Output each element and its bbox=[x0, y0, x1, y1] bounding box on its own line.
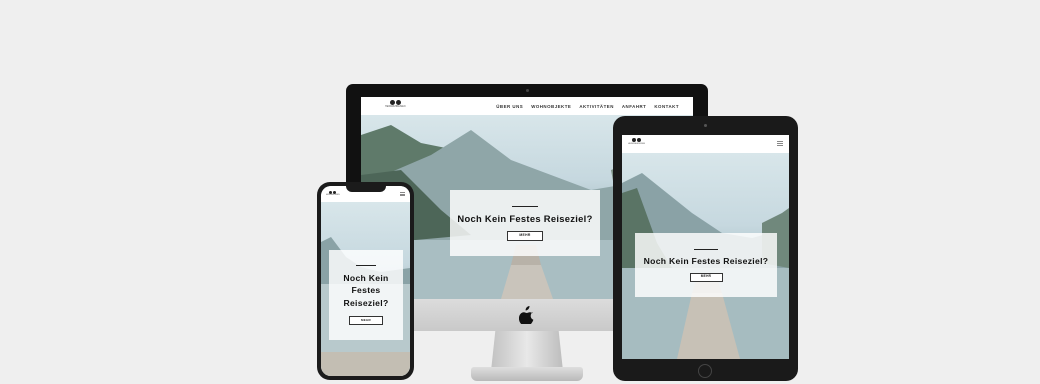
nav-item-uber-uns[interactable]: ÜBER UNS bbox=[496, 104, 523, 109]
ipad-home-button bbox=[698, 364, 712, 378]
imac-hero-card: Noch Kein Festes Reiseziel? MEHR bbox=[450, 190, 600, 256]
imac-logo[interactable]: HEIMWEHREISEN bbox=[385, 100, 405, 108]
imac-main-nav: ÜBER UNS WOHNOBJEKTE AKTIVITÄTEN ANFAHRT… bbox=[496, 97, 679, 115]
iphone-notch bbox=[346, 185, 386, 192]
nav-item-kontakt[interactable]: KONTAKT bbox=[654, 104, 679, 109]
hero-divider bbox=[512, 205, 538, 207]
apple-logo-icon bbox=[519, 306, 534, 324]
imac-camera bbox=[526, 89, 529, 92]
nav-item-aktivitaten[interactable]: AKTIVITÄTEN bbox=[579, 104, 614, 109]
hamburger-menu-icon[interactable] bbox=[777, 141, 783, 146]
logo-text: HEIMWEHREISEN bbox=[628, 143, 646, 145]
hamburger-menu-icon[interactable] bbox=[400, 192, 405, 196]
hero-more-button[interactable]: MEHR bbox=[507, 230, 543, 241]
hero-title: Noch Kein Festes Reiseziel? bbox=[343, 272, 389, 308]
logo-mark-icon bbox=[329, 191, 337, 194]
ipad-screen: HEIMWEHREISEN Noch Kein Festes Reiseziel… bbox=[622, 135, 789, 359]
responsive-mockup: HEIMWEHREISEN ÜBER UNS WOHNOBJEKTE AKTIV… bbox=[0, 0, 1040, 384]
logo-text: HEIMWEHREISEN bbox=[326, 195, 340, 196]
hero-divider bbox=[694, 248, 718, 250]
hero-divider bbox=[356, 264, 376, 266]
ipad-camera bbox=[704, 124, 707, 127]
iphone-logo[interactable]: HEIMWEHREISEN bbox=[326, 191, 340, 197]
logo-mark-icon bbox=[632, 138, 642, 142]
nav-item-anfahrt[interactable]: ANFAHRT bbox=[622, 104, 646, 109]
iphone-hero-card: Noch Kein Festes Reiseziel? MEHR bbox=[329, 250, 403, 340]
hero-title: Noch Kein Festes Reiseziel? bbox=[643, 255, 769, 266]
iphone-screen: HEIMWEHREISEN Noch Kein Festes Reiseziel… bbox=[321, 186, 410, 376]
imac-site-header: HEIMWEHREISEN ÜBER UNS WOHNOBJEKTE AKTIV… bbox=[361, 97, 693, 115]
ipad-site-header: HEIMWEHREISEN bbox=[622, 135, 789, 153]
imac-stand bbox=[491, 331, 563, 371]
hero-more-button[interactable]: MEHR bbox=[689, 272, 723, 282]
hero-title: Noch Kein Festes Reiseziel? bbox=[457, 212, 593, 224]
ipad-logo[interactable]: HEIMWEHREISEN bbox=[628, 138, 645, 145]
logo-text: HEIMWEHREISEN bbox=[385, 105, 406, 108]
nav-item-wohnobjekte[interactable]: WOHNOBJEKTE bbox=[531, 104, 571, 109]
ipad-hero-card: Noch Kein Festes Reiseziel? MEHR bbox=[635, 233, 777, 297]
hero-more-button[interactable]: MEHR bbox=[349, 316, 383, 326]
imac-stand-base bbox=[471, 367, 583, 381]
